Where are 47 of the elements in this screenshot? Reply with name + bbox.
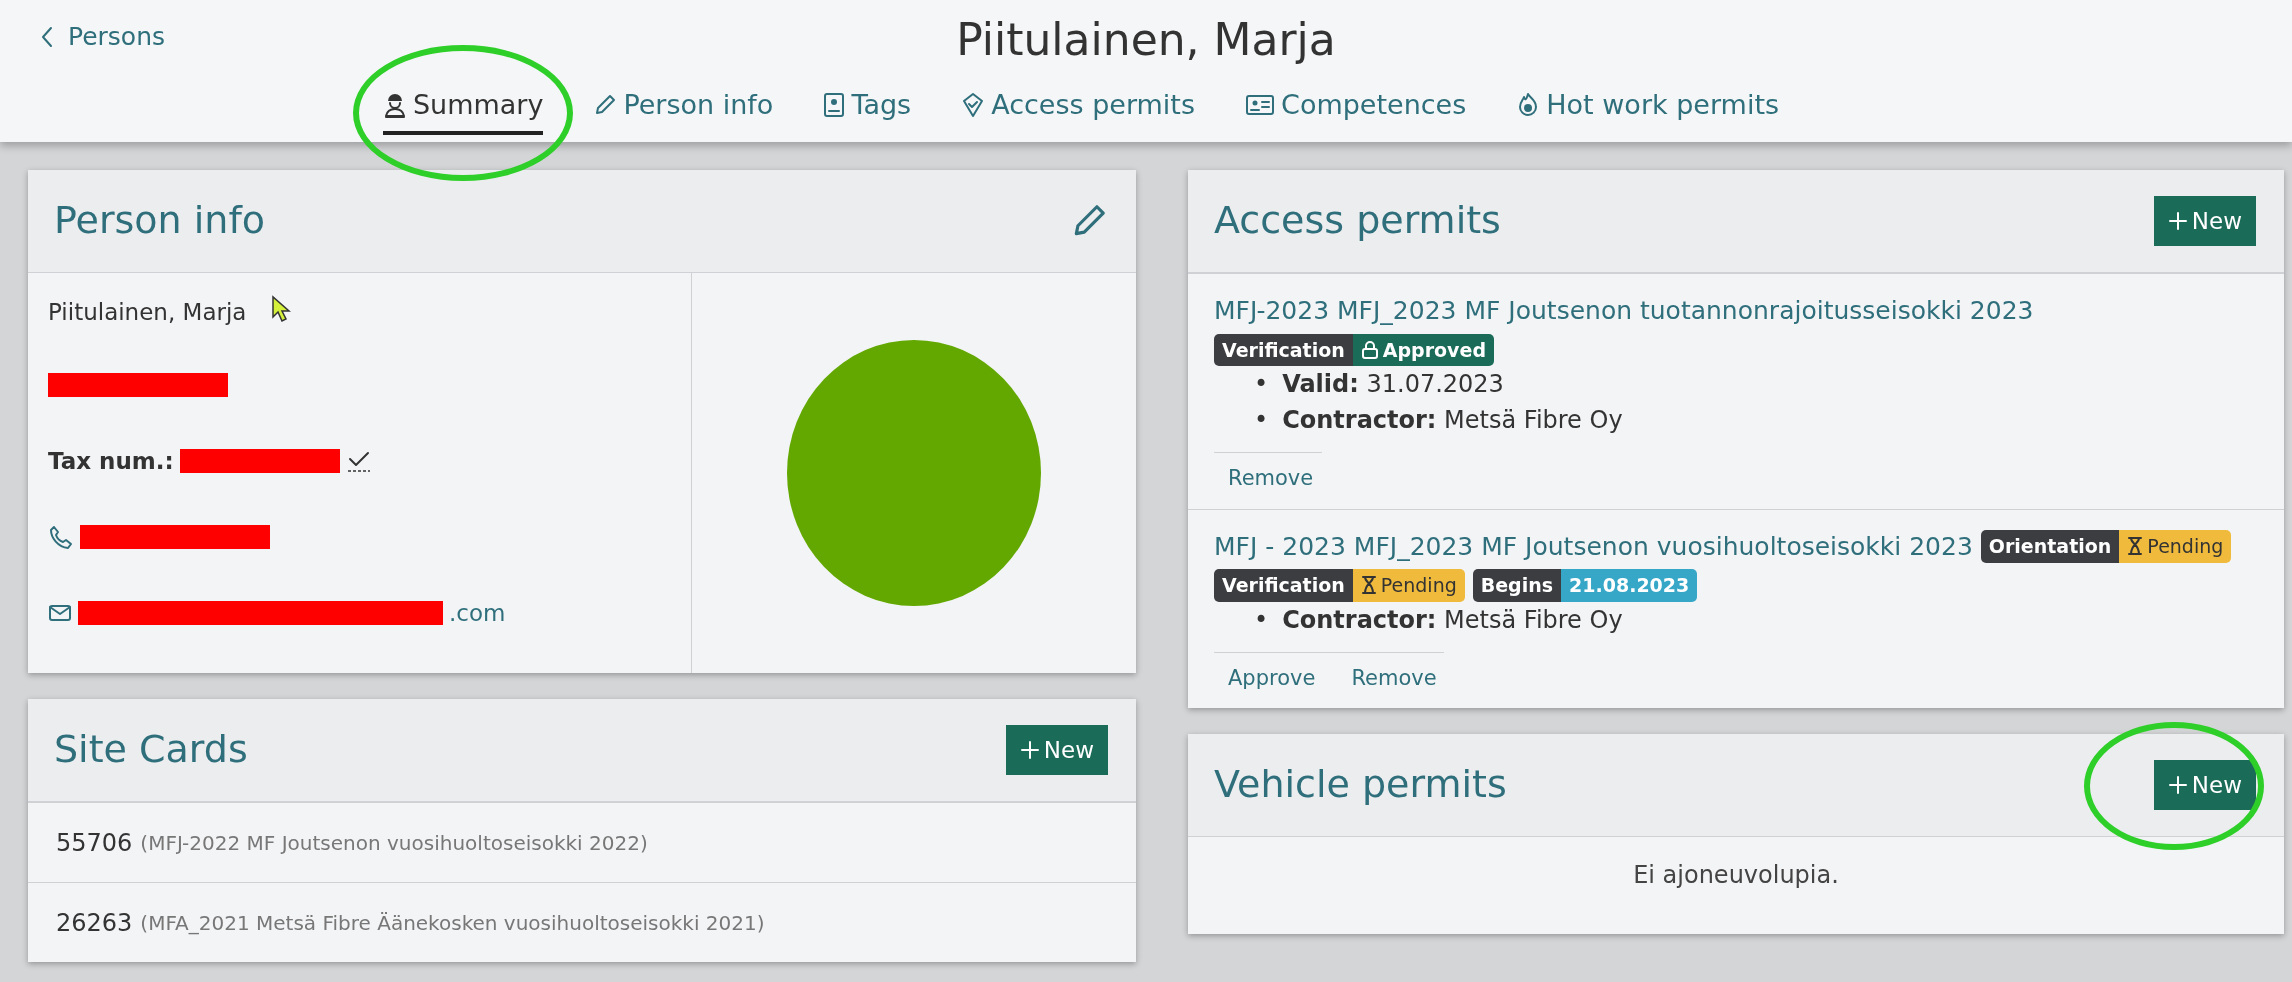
- id-card-icon: [1245, 93, 1276, 118]
- action-link[interactable]: Approve: [1228, 662, 1316, 694]
- tab[interactable]: Access permits: [961, 84, 1196, 136]
- page-title: Piitulainen, Marja: [956, 13, 1336, 67]
- card-number: 26263: [56, 907, 133, 939]
- card-title: Vehicle permits: [1214, 762, 1507, 808]
- card-title: Access permits: [1214, 198, 1501, 244]
- shield-check-icon: [961, 92, 986, 119]
- card-title: Site Cards: [54, 727, 248, 773]
- site-name: (MFJ-2022 MF Joutsenon vuosihuoltoseisokki 2022): [140, 829, 648, 857]
- empty-message: Ei ajoneuvolupia.: [1632, 860, 1840, 891]
- bullet-mark: •: [1254, 369, 1269, 400]
- list-item[interactable]: 55706 (MFJ-2022 MF Joutsenon vuosihuoltoseisokki 2022): [28, 802, 1136, 882]
- new-button[interactable]: New: [2153, 759, 2256, 811]
- list-item[interactable]: 26263 (MFA_2021 Metsä Fibre Äänekosken vuosihuoltoseisokki 2021): [28, 882, 1136, 962]
- bullet-mark: •: [1254, 405, 1269, 436]
- plus-icon: [2167, 775, 2188, 795]
- worker-icon: [382, 92, 407, 119]
- bullet-mark: •: [1254, 604, 1269, 636]
- mail-icon: [48, 602, 72, 623]
- permit-link[interactable]: MFJ - 2023 MFJ_2023 MF Joutsenon vuosihuoltoseisokki 2023: [1214, 527, 1973, 565]
- tab[interactable]: Competences: [1245, 84, 1467, 136]
- person-name: Piitulainen, Marja: [48, 298, 247, 327]
- card-number: 55706: [56, 827, 133, 859]
- tab[interactable]: Hot work permits: [1516, 84, 1780, 136]
- new-button[interactable]: New: [2153, 195, 2256, 247]
- detail-item: Valid: 31.07.2023: [1282, 369, 1504, 400]
- phone-icon: [48, 523, 74, 550]
- cursor-icon: [270, 295, 293, 323]
- detail-item: Contractor: Metsä Fibre Oy: [1282, 405, 1623, 436]
- site-name: (MFA_2021 Metsä Fibre Äänekosken vuosihuoltoseisokki 2021): [140, 909, 765, 937]
- badge-icon: [823, 92, 846, 119]
- tab[interactable]: Summary: [382, 84, 544, 136]
- field-label: Tax num.:: [48, 446, 174, 476]
- email-link[interactable]: .com: [449, 595, 506, 631]
- permit-link[interactable]: MFJ-2023 MFJ_2023 MF Joutsenon tuotannonrajoitusseisokki 2023: [1214, 292, 2034, 330]
- detail-item: Contractor: Metsä Fibre Oy: [1282, 604, 1623, 636]
- plus-icon: [1019, 740, 1040, 760]
- back-link[interactable]: Persons: [40, 18, 166, 56]
- plus-icon: [2167, 211, 2188, 231]
- tab[interactable]: Person info: [593, 84, 774, 136]
- new-button[interactable]: New: [1005, 724, 1108, 776]
- card-title: Person info: [54, 198, 266, 244]
- action-link[interactable]: Remove: [1351, 662, 1437, 694]
- chevron-left-icon: [40, 25, 54, 48]
- action-link[interactable]: Remove: [1228, 463, 1314, 495]
- tab[interactable]: Tags: [823, 84, 912, 136]
